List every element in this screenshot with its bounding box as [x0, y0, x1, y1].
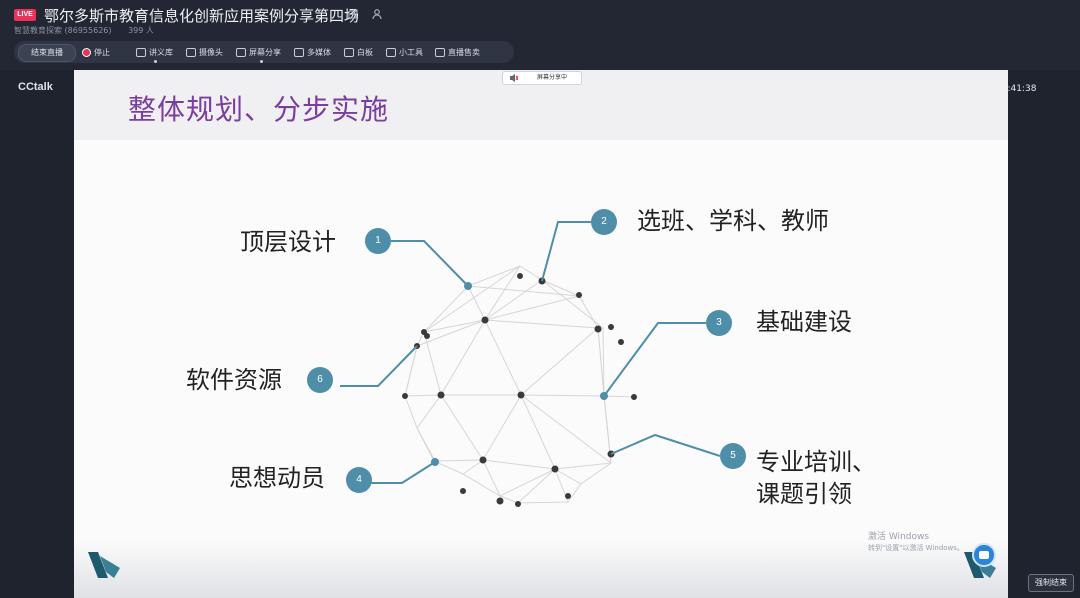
live-sales-label: 直播售卖 [448, 47, 480, 57]
stream-meta: 智慧教育探索 (86955626) 399 人 [14, 25, 168, 36]
screen-share-icon [236, 47, 246, 57]
item-badge-6: 6 [307, 367, 333, 393]
item-label-3: 基础建设 [756, 308, 852, 336]
play-icon [294, 47, 304, 57]
multimedia-label: 多媒体 [307, 47, 331, 57]
toolbox-icon [386, 47, 396, 57]
mail-icon [435, 47, 445, 57]
multimedia-button[interactable]: 多媒体 [294, 44, 331, 60]
item-badge-5: 5 [720, 443, 746, 469]
whiteboard-icon [344, 47, 354, 57]
camera-button[interactable]: 摄像头 [186, 44, 223, 60]
company-logo-icon [88, 552, 120, 578]
tools-label: 小工具 [399, 47, 423, 57]
courseware-icon [136, 47, 146, 57]
screen-share-button[interactable]: 屏幕分享 [236, 44, 281, 63]
title-actions [347, 8, 383, 20]
item-badge-2: 2 [591, 209, 617, 235]
camera-icon [186, 47, 196, 57]
stop-icon [82, 47, 91, 57]
item-label-6: 软件资源 [186, 366, 282, 394]
whiteboard-label: 白板 [357, 47, 373, 57]
stop-label: 停止 [94, 47, 110, 57]
item-badge-3: 3 [706, 310, 732, 336]
top-bar: LIVE 鄂尔多斯市教育信息化创新应用案例分享第四场 智慧教育探索 (86955… [0, 0, 1080, 70]
app-name: CCtalk [18, 81, 53, 93]
viewer-count: 399 人 [128, 26, 154, 35]
item-badge-4: 4 [346, 467, 372, 493]
item-badge-1: 1 [365, 228, 391, 254]
item-label-2: 选班、学科、教师 [637, 207, 829, 235]
shared-slide: 整体规划、分步实施 屏幕分享中 顶层设计 1 2 选班、学科、教师 3 基础建设… [74, 70, 1008, 598]
external-link-icon[interactable] [347, 8, 359, 20]
force-end-button[interactable]: 强制结束 [1028, 574, 1074, 592]
stop-button[interactable]: 停止 [82, 44, 110, 60]
live-badge: LIVE [14, 9, 36, 21]
end-live-button[interactable]: 结束直播 [18, 44, 76, 62]
item-label-4: 思想动员 [229, 464, 325, 492]
courseware-button[interactable]: 讲义库 [136, 44, 173, 63]
activation-watermark: 激活 Windows [868, 532, 930, 542]
item-label-1: 顶层设计 [240, 228, 336, 256]
active-dot [154, 60, 157, 63]
screen-share-label: 屏幕分享 [249, 47, 281, 57]
whiteboard-button[interactable]: 白板 [344, 44, 373, 60]
active-dot [260, 60, 263, 63]
courseware-label: 讲义库 [149, 47, 173, 57]
stream-title: 鄂尔多斯市教育信息化创新应用案例分享第四场 [44, 7, 360, 25]
live-toolbar: 结束直播 停止 讲义库 摄像头 屏幕分享 多媒体 白板 小工具 直播售卖 [14, 41, 514, 63]
tools-button[interactable]: 小工具 [386, 44, 423, 60]
item-label-5b: 课题引领 [756, 480, 852, 508]
user-share-icon[interactable] [371, 8, 383, 20]
activation-watermark-hint: 转到"设置"以激活 Windows。 [868, 544, 964, 552]
camera-label: 摄像头 [199, 47, 223, 57]
chat-bubble-icon[interactable] [972, 543, 996, 567]
live-sales-button[interactable]: 直播售卖 [435, 44, 480, 60]
channel-info: 智慧教育探索 (86955626) [14, 26, 112, 35]
sphere-network-graphic [340, 221, 721, 507]
item-label-5: 专业培训、 [756, 448, 876, 476]
